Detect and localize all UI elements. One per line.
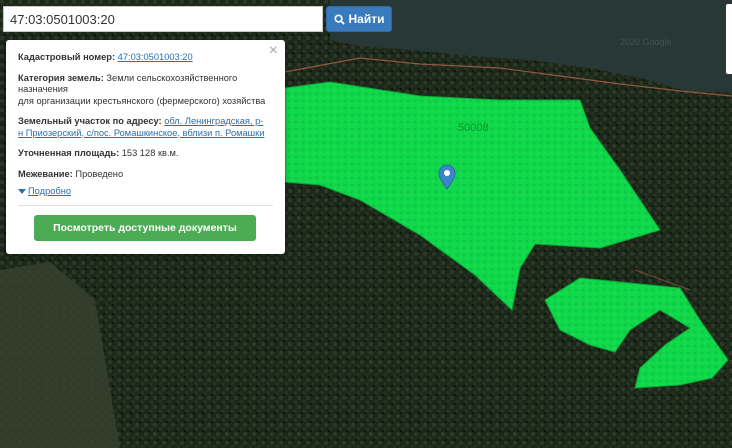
view-documents-button[interactable]: Посмотреть доступные документы — [34, 214, 256, 241]
category-row: Категория земель: Земли сельскохозяйстве… — [18, 73, 273, 108]
triangle-down-icon — [18, 189, 26, 195]
category-label: Категория земель: — [18, 72, 104, 83]
area-label: Уточненная площадь: — [18, 148, 120, 158]
search-button-label: Найти — [348, 12, 385, 26]
address-link-1[interactable]: обл. Ленинградская, р- — [164, 116, 263, 126]
category-value-3: для организации крестьянского (фермерско… — [18, 95, 266, 106]
cadastral-row: Кадастровый номер: 47:03:0501003:20 — [18, 52, 273, 64]
more-details-link[interactable]: Подробно — [28, 186, 71, 198]
map-control-edge[interactable] — [726, 4, 732, 74]
address-link-2[interactable]: н Приозерский, с/пос. Ромашкинское, вбли… — [18, 128, 264, 138]
parcel-number-label: 50008 — [458, 122, 489, 134]
survey-row: Межевание: Проведено — [18, 169, 273, 181]
survey-value: Проведено — [75, 168, 124, 179]
cadastral-link[interactable]: 47:03:0501003:20 — [118, 52, 193, 62]
parcel-info-popup: × Кадастровый номер: 47:03:0501003:20 Ка… — [6, 40, 285, 254]
popup-divider — [18, 204, 273, 206]
close-icon[interactable]: × — [269, 43, 278, 59]
address-label: Земельный участок по адресу: — [18, 116, 162, 126]
address-row: Земельный участок по адресу: обл. Ленинг… — [18, 116, 273, 139]
area-row: Уточненная площадь: 153 128 кв.м. — [18, 148, 273, 160]
category-value-2: назначения — [18, 84, 68, 94]
google-watermark: 2020 Google — [620, 37, 672, 47]
search-button[interactable]: Найти — [326, 6, 392, 32]
area-value: 153 128 кв.м. — [121, 148, 179, 158]
search-input[interactable] — [3, 6, 323, 32]
search-icon — [333, 13, 345, 25]
cadastral-label: Кадастровый номер: — [18, 52, 116, 62]
category-value-1: Земли сельскохозяйственного — [106, 72, 238, 83]
more-details-toggle[interactable]: Подробно — [18, 186, 273, 198]
survey-label: Межевание: — [18, 168, 73, 179]
